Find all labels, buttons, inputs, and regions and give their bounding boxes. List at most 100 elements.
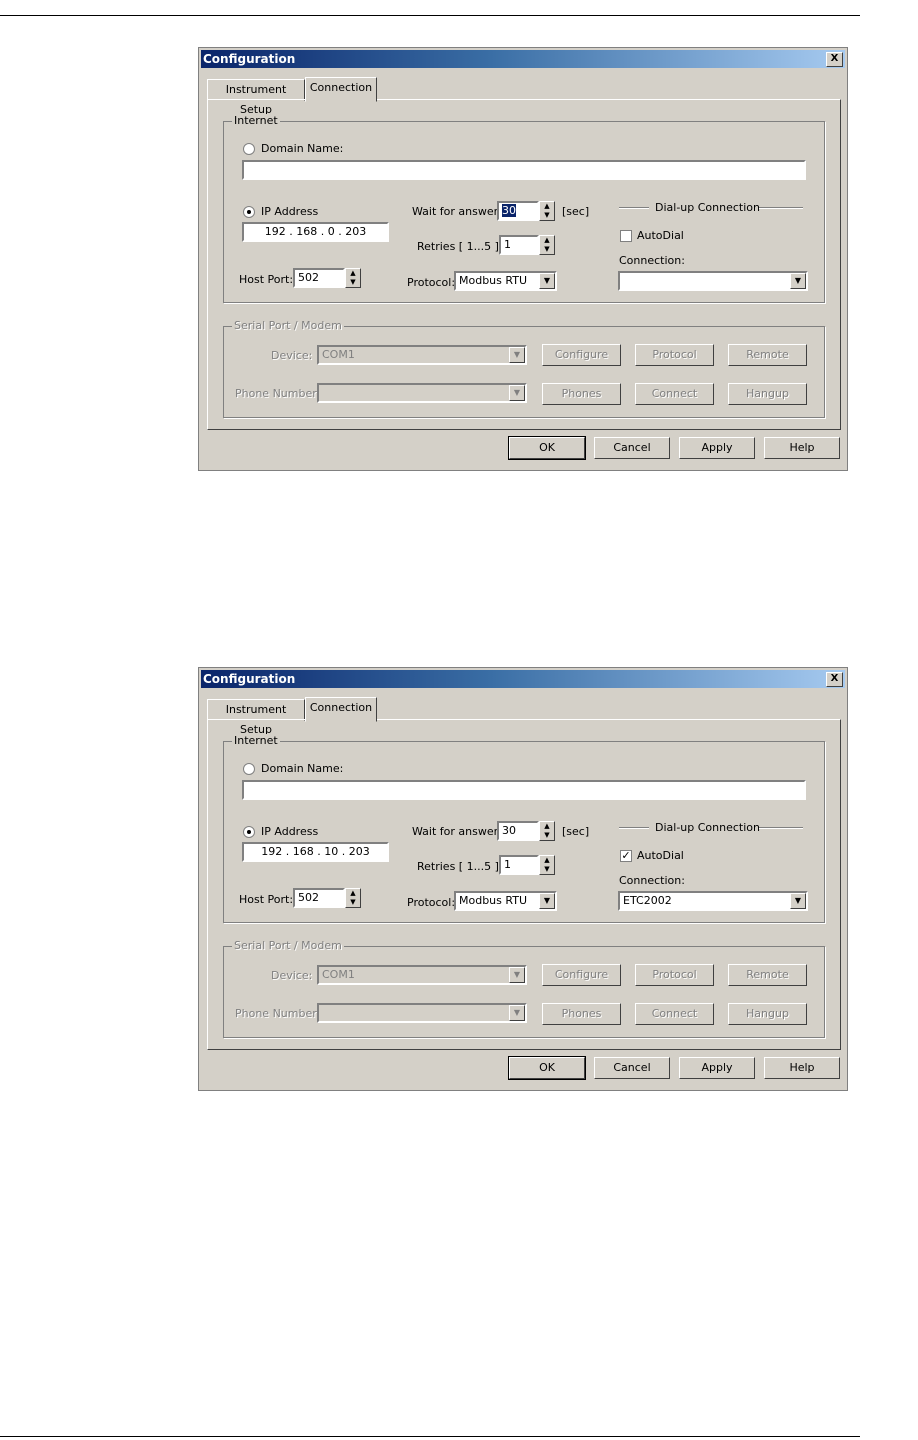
host-port-input[interactable]: 502 bbox=[293, 268, 345, 288]
remote-button[interactable]: Remote bbox=[728, 344, 807, 366]
wait-spinner[interactable]: ▲ ▼ bbox=[539, 821, 555, 841]
configuration-dialog-1: Configuration X Instrument Setup Connect… bbox=[198, 47, 848, 471]
connection-label: Connection: bbox=[619, 874, 685, 887]
connect-button[interactable]: Connect bbox=[635, 1003, 714, 1025]
phones-button[interactable]: Phones bbox=[542, 1003, 621, 1025]
host-port-spinner[interactable]: ▲ ▼ bbox=[345, 888, 361, 908]
dialup-rule-left bbox=[619, 827, 649, 829]
hangup-button[interactable]: Hangup bbox=[728, 383, 807, 405]
wait-for-answer-input[interactable]: 30 bbox=[497, 201, 539, 221]
device-select[interactable]: COM1 bbox=[317, 965, 527, 985]
phones-button[interactable]: Phones bbox=[542, 383, 621, 405]
configure-button[interactable]: Configure bbox=[542, 344, 621, 366]
protocol-button[interactable]: Protocol bbox=[635, 344, 714, 366]
device-dropdown-icon[interactable]: ▼ bbox=[509, 967, 525, 983]
autodial-checkbox[interactable] bbox=[620, 230, 632, 242]
dialup-heading: Dial-up Connection bbox=[655, 201, 760, 214]
domain-name-label: Domain Name: bbox=[261, 762, 344, 775]
device-label: Device: bbox=[271, 349, 313, 362]
autodial-checkbox[interactable]: ✓ bbox=[620, 850, 632, 862]
ip-address-input[interactable]: 192 . 168 . 10 . 203 bbox=[242, 842, 389, 862]
phone-number-label: Phone Number: bbox=[235, 1007, 321, 1020]
retries-spinner[interactable]: ▲ ▼ bbox=[539, 235, 555, 255]
domain-name-input[interactable] bbox=[242, 160, 806, 180]
connection-select[interactable] bbox=[618, 271, 808, 291]
retries-label: Retries [ 1...5 ]: bbox=[417, 240, 503, 253]
host-port-spinner[interactable]: ▲ ▼ bbox=[345, 268, 361, 288]
device-dropdown-icon[interactable]: ▼ bbox=[509, 347, 525, 363]
internet-legend: Internet bbox=[232, 114, 280, 127]
host-port-label: Host Port: bbox=[239, 273, 294, 286]
domain-name-radio[interactable] bbox=[243, 763, 255, 775]
help-button[interactable]: Help bbox=[764, 1057, 840, 1079]
hangup-button[interactable]: Hangup bbox=[728, 1003, 807, 1025]
ip-address-input[interactable]: 192 . 168 . 0 . 203 bbox=[242, 222, 389, 242]
autodial-label: AutoDial bbox=[637, 229, 684, 242]
close-icon[interactable]: X bbox=[826, 52, 843, 67]
connection-label: Connection: bbox=[619, 254, 685, 267]
wait-for-answer-label: Wait for answer: bbox=[412, 825, 502, 838]
protocol-label: Protocol: bbox=[407, 896, 456, 909]
host-port-input[interactable]: 502 bbox=[293, 888, 345, 908]
connection-dropdown-icon[interactable]: ▼ bbox=[790, 893, 806, 909]
apply-button[interactable]: Apply bbox=[679, 1057, 755, 1079]
ip-address-label: IP Address bbox=[261, 205, 319, 218]
remote-button[interactable]: Remote bbox=[728, 964, 807, 986]
retries-label: Retries [ 1...5 ]: bbox=[417, 860, 503, 873]
tab-connection[interactable]: Connection bbox=[305, 697, 377, 722]
retries-input[interactable]: 1 bbox=[499, 235, 539, 255]
dialup-rule-right bbox=[759, 207, 803, 209]
host-port-label: Host Port: bbox=[239, 893, 294, 906]
phone-number-select[interactable] bbox=[317, 383, 527, 403]
ip-address-label: IP Address bbox=[261, 825, 319, 838]
domain-name-label: Domain Name: bbox=[261, 142, 344, 155]
phone-dropdown-icon[interactable]: ▼ bbox=[509, 1005, 525, 1021]
domain-name-radio[interactable] bbox=[243, 143, 255, 155]
retries-input[interactable]: 1 bbox=[499, 855, 539, 875]
phone-dropdown-icon[interactable]: ▼ bbox=[509, 385, 525, 401]
ip-address-radio[interactable] bbox=[243, 826, 255, 838]
tab-instrument-setup[interactable]: Instrument Setup bbox=[207, 79, 305, 116]
page-top-rule bbox=[0, 15, 860, 16]
help-button[interactable]: Help bbox=[764, 437, 840, 459]
serial-legend: Serial Port / Modem bbox=[232, 319, 344, 332]
tab-connection[interactable]: Connection bbox=[305, 77, 377, 102]
ok-button[interactable]: OK bbox=[508, 1056, 586, 1080]
cancel-button[interactable]: Cancel bbox=[594, 1057, 670, 1079]
page-bottom-rule bbox=[0, 1436, 860, 1437]
phone-number-label: Phone Number: bbox=[235, 387, 321, 400]
configure-button[interactable]: Configure bbox=[542, 964, 621, 986]
tab-instrument-setup[interactable]: Instrument Setup bbox=[207, 699, 305, 736]
wait-for-answer-label: Wait for answer: bbox=[412, 205, 502, 218]
wait-for-answer-input[interactable]: 30 bbox=[497, 821, 539, 841]
dialog-title: Configuration bbox=[203, 52, 296, 66]
cancel-button[interactable]: Cancel bbox=[594, 437, 670, 459]
protocol-button[interactable]: Protocol bbox=[635, 964, 714, 986]
autodial-label: AutoDial bbox=[637, 849, 684, 862]
device-label: Device: bbox=[271, 969, 313, 982]
retries-spinner[interactable]: ▲ ▼ bbox=[539, 855, 555, 875]
device-select[interactable]: COM1 bbox=[317, 345, 527, 365]
dialog-title-bar: Configuration X bbox=[201, 50, 845, 68]
protocol-dropdown-icon[interactable]: ▼ bbox=[539, 893, 555, 909]
connect-button[interactable]: Connect bbox=[635, 383, 714, 405]
wait-for-answer-value: 30 bbox=[502, 204, 516, 217]
apply-button[interactable]: Apply bbox=[679, 437, 755, 459]
connection-select[interactable]: ETC2002 bbox=[618, 891, 808, 911]
domain-name-input[interactable] bbox=[242, 780, 806, 800]
wait-unit-label: [sec] bbox=[562, 825, 590, 838]
dialog-title: Configuration bbox=[203, 672, 296, 686]
protocol-dropdown-icon[interactable]: ▼ bbox=[539, 273, 555, 289]
ip-address-radio[interactable] bbox=[243, 206, 255, 218]
ok-button[interactable]: OK bbox=[508, 436, 586, 460]
internet-legend: Internet bbox=[232, 734, 280, 747]
phone-number-select[interactable] bbox=[317, 1003, 527, 1023]
close-icon[interactable]: X bbox=[826, 672, 843, 687]
protocol-label: Protocol: bbox=[407, 276, 456, 289]
wait-spinner[interactable]: ▲ ▼ bbox=[539, 201, 555, 221]
dialup-heading: Dial-up Connection bbox=[655, 821, 760, 834]
configuration-dialog-2: Configuration X Instrument Setup Connect… bbox=[198, 667, 848, 1091]
serial-legend: Serial Port / Modem bbox=[232, 939, 344, 952]
connection-dropdown-icon[interactable]: ▼ bbox=[790, 273, 806, 289]
dialup-rule-left bbox=[619, 207, 649, 209]
